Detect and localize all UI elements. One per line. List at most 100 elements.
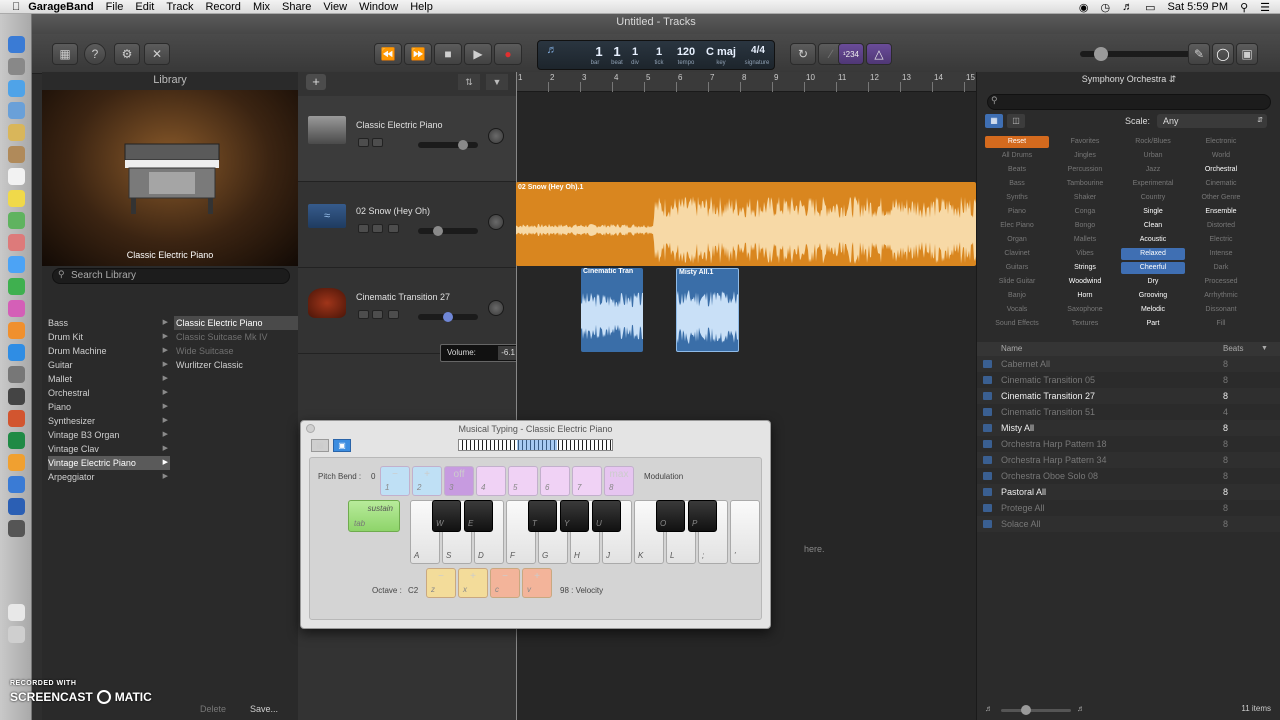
word-icon[interactable]: [8, 498, 25, 515]
cycle-button[interactable]: ↻: [790, 43, 816, 65]
loop-result-row[interactable]: Cinematic Transition 51 4: [977, 404, 1280, 420]
keyword-all-drums[interactable]: All Drums: [985, 150, 1049, 162]
loop-result-row[interactable]: Cinematic Transition 05 8: [977, 372, 1280, 388]
pan-knob[interactable]: [488, 300, 504, 316]
menu-track[interactable]: Track: [166, 1, 193, 13]
category-mallet[interactable]: Mallet ▶: [48, 372, 170, 386]
add-track-button[interactable]: +: [306, 74, 326, 90]
chrome-icon[interactable]: [8, 476, 25, 493]
volume-thumb[interactable]: [433, 226, 443, 236]
keyword-vocals[interactable]: Vocals: [985, 304, 1049, 316]
keyword-synths[interactable]: Synths: [985, 192, 1049, 204]
keyword-acoustic[interactable]: Acoustic: [1121, 234, 1185, 246]
keyword-dissonant[interactable]: Dissonant: [1189, 304, 1253, 316]
keyword-cheerful[interactable]: Cheerful: [1121, 262, 1185, 274]
loop-result-row[interactable]: Misty All 8: [977, 420, 1280, 436]
loop-result-row[interactable]: Protege All 8: [977, 500, 1280, 516]
keyword-processed[interactable]: Processed: [1189, 276, 1253, 288]
keyword-mallets[interactable]: Mallets: [1053, 234, 1117, 246]
preview-volume-slider[interactable]: [1001, 705, 1071, 715]
keyword-distorted[interactable]: Distorted: [1189, 220, 1253, 232]
keyword-clavinet[interactable]: Clavinet: [985, 248, 1049, 260]
app-store-icon[interactable]: [8, 344, 25, 361]
keyword-horn[interactable]: Horn: [1053, 290, 1117, 302]
loop-result-row[interactable]: Solace All 8: [977, 516, 1280, 532]
garageband-dock-icon[interactable]: [8, 388, 25, 405]
black-key[interactable]: P: [688, 500, 717, 532]
catch-playhead-icon[interactable]: ⇅: [458, 74, 480, 90]
scale-select[interactable]: Any ⇵: [1157, 114, 1267, 128]
loop-result-row[interactable]: Cabernet All 8: [977, 356, 1280, 372]
library-search-input[interactable]: Search Library: [52, 268, 290, 284]
mail-icon[interactable]: [8, 102, 25, 119]
clock[interactable]: Sat 5:59 PM: [1168, 1, 1229, 13]
category-piano[interactable]: Piano ▶: [48, 400, 170, 414]
filter-icon[interactable]: ▼: [486, 74, 508, 90]
keyword-textures[interactable]: Textures: [1053, 318, 1117, 330]
launchpad-icon[interactable]: [8, 58, 25, 75]
ruler[interactable]: 1 2 3 4 5 6 7 8 9 10 11 12 13 14 15: [516, 72, 976, 92]
notepad-button[interactable]: ✎: [1188, 43, 1210, 65]
lcd-key[interactable]: C maj: [704, 46, 738, 58]
keyboard-range-overview[interactable]: [458, 439, 613, 451]
mute-icon[interactable]: [358, 310, 369, 319]
volume-thumb[interactable]: [458, 140, 468, 150]
preview-volume-thumb[interactable]: [1021, 705, 1031, 715]
keyword-orchestral[interactable]: Orchestral: [1189, 164, 1253, 176]
keyword-piano[interactable]: Piano: [985, 206, 1049, 218]
loop-result-row[interactable]: Orchestra Harp Pattern 34 8: [977, 452, 1280, 468]
loop-result-row[interactable]: Pastoral All 8: [977, 484, 1280, 500]
track-name[interactable]: 02 Snow (Hey Oh): [356, 206, 430, 216]
menu-mix[interactable]: Mix: [253, 1, 270, 13]
preferences-icon[interactable]: [8, 366, 25, 383]
keyword-elec-piano[interactable]: Elec Piano: [985, 220, 1049, 232]
photos-icon[interactable]: [8, 234, 25, 251]
keyword-banjo[interactable]: Banjo: [985, 290, 1049, 302]
keyword-urban[interactable]: Urban: [1121, 150, 1185, 162]
pad-key[interactable]: off 3: [444, 466, 474, 496]
powerpoint-icon[interactable]: [8, 410, 25, 427]
wifi-icon[interactable]: ◉: [1079, 1, 1089, 14]
keyword-saxophone[interactable]: Saxophone: [1053, 304, 1117, 316]
track-name[interactable]: Classic Electric Piano: [356, 120, 443, 130]
spotlight-icon[interactable]: ⚲: [1240, 1, 1248, 14]
track-volume-slider[interactable]: [418, 226, 478, 236]
track-volume-slider[interactable]: [418, 140, 478, 150]
white-key[interactable]: ': [730, 500, 760, 564]
sustain-key[interactable]: sustain tab: [348, 500, 400, 532]
keyword-electric[interactable]: Electric: [1189, 234, 1253, 246]
count-in-button[interactable]: ¹234: [838, 43, 864, 65]
pad-key[interactable]: 7: [572, 466, 602, 496]
keyword-grooving[interactable]: Grooving: [1121, 290, 1185, 302]
keyword-woodwind[interactable]: Woodwind: [1053, 276, 1117, 288]
track-row[interactable]: Cinematic Transition 27: [298, 268, 516, 354]
keyword-slide-guitar[interactable]: Slide Guitar: [985, 276, 1049, 288]
category-synthesizer[interactable]: Synthesizer ▶: [48, 414, 170, 428]
typing-mode-button[interactable]: ▣: [333, 439, 351, 452]
editors-button[interactable]: ✕: [144, 43, 170, 65]
track-name[interactable]: Cinematic Transition 27: [356, 292, 450, 302]
quick-help-button[interactable]: ?: [84, 43, 106, 65]
keyword-sound-effects[interactable]: Sound Effects: [985, 318, 1049, 330]
maps-icon[interactable]: [8, 212, 25, 229]
stop-button[interactable]: ■: [434, 43, 462, 65]
play-button[interactable]: ▶: [464, 43, 492, 65]
notification-center-icon[interactable]: ☰: [1260, 1, 1270, 14]
calendar-icon[interactable]: [8, 168, 25, 185]
pad-key[interactable]: 4: [476, 466, 506, 496]
excel-icon[interactable]: [8, 432, 25, 449]
keyword-intense[interactable]: Intense: [1189, 248, 1253, 260]
headphones-icon[interactable]: [372, 310, 383, 319]
pad-key[interactable]: max 8: [604, 466, 634, 496]
menu-edit[interactable]: Edit: [135, 1, 154, 13]
record-button[interactable]: ●: [494, 43, 522, 65]
category-orchestral[interactable]: Orchestral ▶: [48, 386, 170, 400]
apple-icon[interactable]: : [12, 1, 20, 13]
messages-icon[interactable]: [8, 256, 25, 273]
finder-icon[interactable]: [8, 36, 25, 53]
menu-view[interactable]: View: [323, 1, 347, 13]
name-column-header[interactable]: Name: [1001, 342, 1022, 356]
keyword-electronic[interactable]: Electronic: [1189, 136, 1253, 148]
octave-key[interactable]: − z: [426, 568, 456, 598]
outlook-icon[interactable]: [8, 454, 25, 471]
